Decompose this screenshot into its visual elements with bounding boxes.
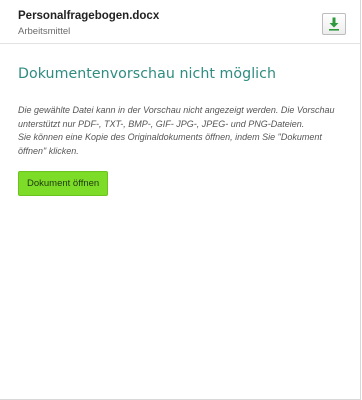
file-name: Personalfragebogen.docx bbox=[18, 10, 160, 22]
open-document-button[interactable]: Dokument öffnen bbox=[18, 171, 109, 196]
preview-message-line: Sie können eine Kopie des Originaldokume… bbox=[18, 132, 322, 156]
preview-unavailable-title: Dokumentenvorschau nicht möglich bbox=[18, 66, 277, 82]
file-header: Personalfragebogen.docx Arbeitsmittel bbox=[0, 0, 360, 44]
download-icon bbox=[329, 17, 339, 31]
file-category: Arbeitsmittel bbox=[18, 26, 71, 37]
preview-content: Dokumentenvorschau nicht möglich Die gew… bbox=[18, 66, 343, 196]
document-preview-panel: Personalfragebogen.docx Arbeitsmittel Do… bbox=[0, 0, 361, 400]
download-button[interactable] bbox=[322, 13, 346, 35]
preview-message-line: Die gewählte Datei kann in der Vorschau … bbox=[18, 105, 335, 129]
preview-message: Die gewählte Datei kann in der Vorschau … bbox=[18, 104, 343, 158]
